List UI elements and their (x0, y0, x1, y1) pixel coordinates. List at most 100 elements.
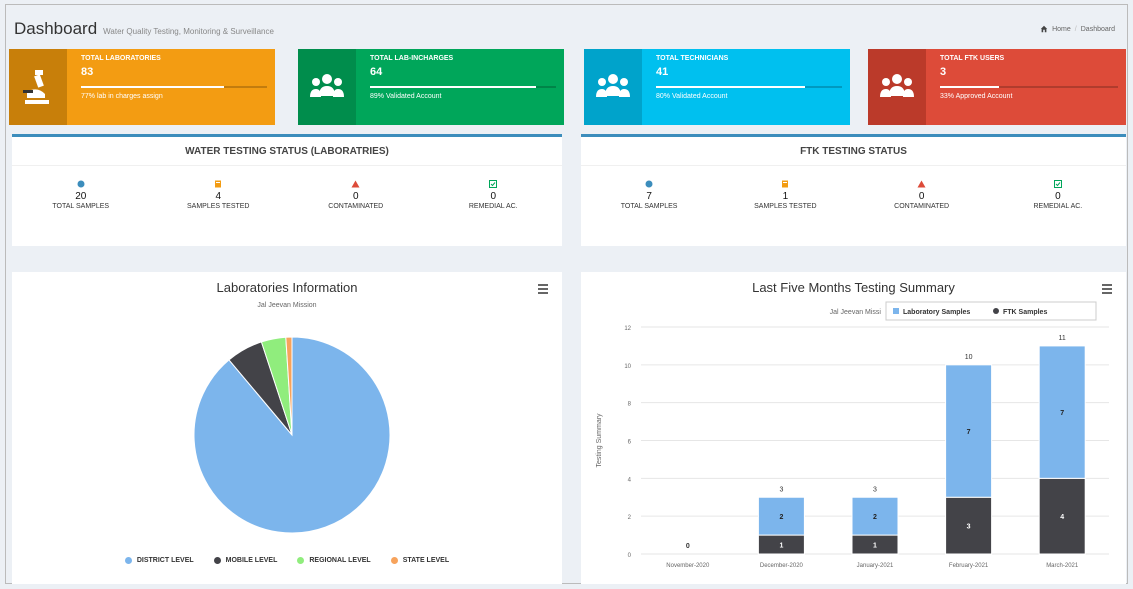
users-icon (868, 49, 926, 125)
microscope-icon (9, 49, 67, 125)
ftk-testing-status-box: FTK TESTING STATUS 7 TOTAL SAMPLES 1 SAM… (581, 134, 1126, 246)
progress-description: 89% Validated Account (370, 93, 442, 100)
progress-description: 33% Approved Account (940, 93, 1013, 100)
stat-total-samples: 20 TOTAL SAMPLES (36, 180, 126, 210)
info-box-label: TOTAL TECHNICIANS (656, 55, 729, 62)
info-box-ftk-users[interactable]: TOTAL FTK USERS 3 33% Approved Account (868, 49, 1126, 125)
page-title: Dashboard (14, 19, 98, 38)
bar-data-label: 4 (1060, 514, 1064, 521)
users-icon (584, 49, 642, 125)
breadcrumb-dashboard: Dashboard (1080, 25, 1115, 33)
clipboard-icon (740, 180, 830, 190)
bar-data-label: 3 (967, 524, 971, 531)
progress-bar (940, 86, 1118, 88)
breadcrumb-home[interactable]: Home (1052, 26, 1071, 33)
circle-info-icon (604, 180, 694, 190)
bar-total-label: 11 (1059, 335, 1066, 342)
info-box-number: 83 (81, 66, 94, 78)
stat-remedial: 0 REMEDIAL AC. (1013, 180, 1103, 210)
legend-item-label[interactable]: FTK Samples (1003, 309, 1047, 316)
stat-label: CONTAMINATED (328, 203, 384, 210)
bar-data-label: 7 (1060, 410, 1064, 417)
info-box-number: 64 (370, 66, 383, 78)
stat-value: 0 (1055, 191, 1061, 202)
stat-value: 7 (646, 191, 652, 202)
info-box-lab-incharges[interactable]: TOTAL LAB-INCHARGES 64 89% Validated Acc… (298, 49, 564, 125)
info-box-label: TOTAL LABORATORIES (81, 55, 161, 62)
page-header: Dashboard Water Quality Testing, Monitor… (14, 19, 274, 43)
stat-total-samples: 7 TOTAL SAMPLES (604, 180, 694, 210)
info-box-number: 3 (940, 66, 947, 78)
legend-item-district[interactable]: DISTRICT LEVEL (124, 557, 194, 564)
stat-remedial: 0 REMEDIAL AC. (448, 180, 538, 210)
y-tick-label: 0 (628, 553, 632, 559)
stat-value: 4 (215, 191, 222, 202)
warning-icon (877, 180, 967, 190)
stacked-bar-chart: Jal Jeevan Missi Laboratory Samples FTK Sa… (596, 301, 1109, 569)
legend-item-mobile[interactable]: MOBILE LEVEL (213, 557, 277, 564)
bar-total-label: 3 (873, 486, 877, 493)
bar-data-label: 2 (779, 514, 783, 521)
testing-summary-chart-box: Last Five Months Testing Summary Jal Jee… (581, 272, 1126, 584)
progress-bar (370, 86, 556, 88)
laboratories-info-chart-box: Laboratories Information Jal Jeevan Miss… (12, 272, 562, 584)
y-axis-label: Testing Summary (596, 413, 603, 468)
stat-samples-tested: 4 SAMPLES TESTED (173, 180, 263, 210)
warning-icon (311, 180, 401, 190)
lab-testing-status-box: WATER TESTING STATUS (LABORATRIES) 20 TO… (12, 134, 562, 246)
stat-value: 1 (782, 191, 789, 202)
progress-description: 77% lab in charges assign (81, 93, 163, 100)
circle-info-icon (36, 180, 126, 190)
check-square-icon (448, 180, 538, 190)
y-tick-label: 4 (628, 477, 632, 483)
stat-label: SAMPLES TESTED (754, 203, 817, 210)
stat-contaminated: 0 CONTAMINATED (311, 180, 401, 210)
bar-data-label: 1 (873, 543, 877, 550)
stat-label: REMEDIAL AC. (468, 203, 518, 210)
legend-marker (993, 308, 999, 314)
info-box-technicians[interactable]: TOTAL TECHNICIANS 41 80% Validated Accou… (584, 49, 850, 125)
y-tick-label: 10 (624, 364, 631, 370)
bar-data-label: 1 (779, 543, 783, 550)
legend-item-state[interactable]: STATE LEVEL (390, 557, 449, 564)
check-square-icon (1013, 180, 1103, 190)
info-box-laboratories[interactable]: TOTAL LABORATORIES 83 77% lab in charges… (9, 49, 275, 125)
bar-legend: Laboratory Samples FTK Samples (885, 301, 1097, 321)
progress-bar (656, 86, 842, 88)
progress-bar (81, 86, 267, 88)
x-tick-label: March-2021 (1046, 563, 1079, 569)
legend-item-label[interactable]: Laboratory Samples (903, 309, 970, 316)
y-tick-label: 8 (628, 402, 632, 408)
home-icon (1040, 25, 1048, 33)
pie-chart (193, 336, 391, 534)
bar-total-label: 0 (686, 543, 690, 550)
x-tick-label: November-2020 (666, 563, 710, 569)
info-box-number: 41 (656, 66, 669, 78)
stat-label: SAMPLES TESTED (186, 203, 250, 210)
x-tick-label: December-2020 (760, 563, 804, 569)
progress-description: 80% Validated Account (656, 93, 728, 100)
stat-label: TOTAL SAMPLES (620, 203, 678, 210)
y-tick-label: 12 (624, 326, 631, 332)
page-subtitle: Water Quality Testing, Monitoring & Surv… (103, 27, 274, 36)
bar-total-label: 3 (779, 486, 783, 493)
y-tick-label: 2 (628, 515, 632, 521)
bar-data-label: 2 (873, 514, 877, 521)
status-title: FTK TESTING STATUS (581, 137, 1126, 166)
stat-label: REMEDIAL AC. (1033, 203, 1083, 210)
info-box-label: TOTAL FTK USERS (940, 55, 1005, 62)
chart-subtitle: Jal Jeevan Missi (830, 309, 882, 316)
dashboard-frame: Dashboard Water Quality Testing, Monitor… (5, 4, 1128, 584)
bar-total-label: 10 (965, 354, 973, 361)
x-tick-label: February-2021 (949, 563, 989, 569)
stat-label: TOTAL SAMPLES (52, 203, 110, 210)
status-title: WATER TESTING STATUS (LABORATRIES) (12, 137, 562, 166)
pie-legend: DISTRICT LEVEL MOBILE LEVEL REGIONAL LEV… (12, 557, 562, 564)
stat-contaminated: 0 CONTAMINATED (877, 180, 967, 210)
stat-samples-tested: 1 SAMPLES TESTED (740, 180, 830, 210)
bar-data-label: 7 (967, 429, 971, 436)
stat-value: 0 (352, 191, 359, 202)
stat-value: 0 (918, 191, 925, 202)
legend-item-regional[interactable]: REGIONAL LEVEL (297, 557, 371, 564)
x-tick-label: January-2021 (857, 563, 894, 569)
